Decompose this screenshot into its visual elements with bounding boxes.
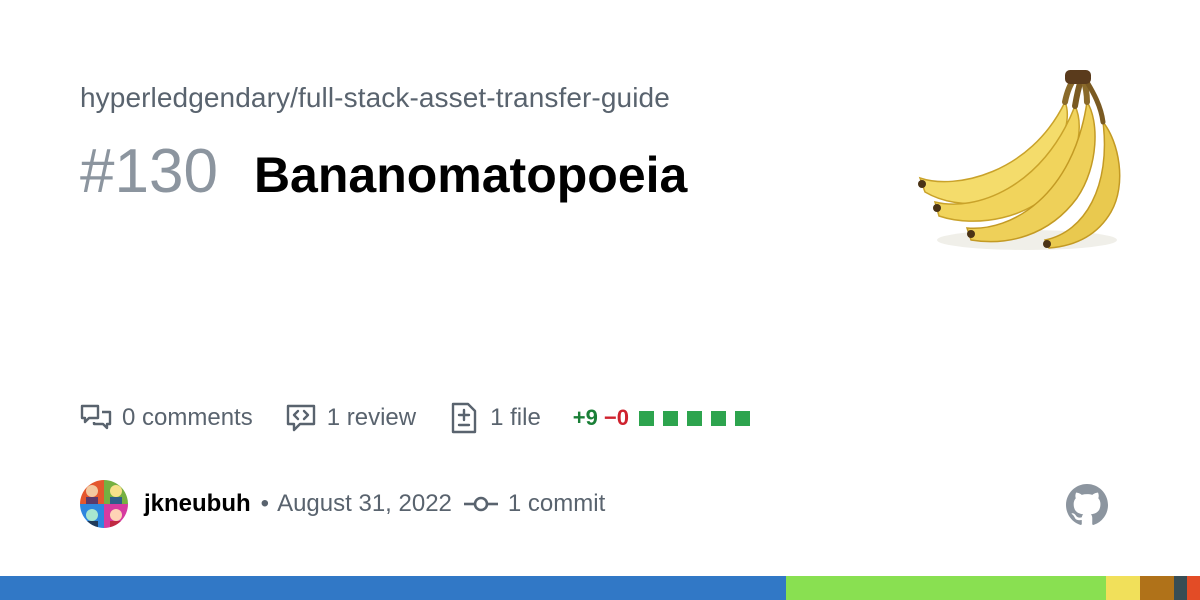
diff-square bbox=[710, 410, 726, 426]
diff-square bbox=[686, 410, 702, 426]
pr-title[interactable]: Bananomatopoeia bbox=[254, 146, 687, 204]
diffstat: +9 −0 bbox=[573, 405, 759, 431]
pr-header: #130 Bananomatopoeia bbox=[80, 136, 687, 207]
comment-discussion-icon bbox=[80, 404, 112, 430]
pr-number: #130 bbox=[80, 137, 218, 206]
banana-image bbox=[918, 70, 1121, 250]
language-segment bbox=[1186, 576, 1200, 600]
comments-stat[interactable]: 0 comments bbox=[80, 402, 253, 434]
author-name[interactable]: jkneubuh bbox=[144, 490, 251, 518]
avatar[interactable] bbox=[80, 480, 128, 528]
reviews-count: 1 review bbox=[326, 404, 417, 431]
git-commit-icon bbox=[463, 496, 498, 512]
deletions-count: −0 bbox=[603, 405, 629, 430]
language-segment bbox=[1139, 576, 1174, 600]
reviews-stat[interactable]: 1 review bbox=[285, 402, 416, 434]
comments-count: 0 comments bbox=[122, 404, 253, 431]
language-segment bbox=[786, 576, 1107, 600]
commits-count[interactable]: 1 commit bbox=[508, 490, 605, 518]
pr-meta: jkneubuh • August 31, 2022 1 commit bbox=[80, 480, 605, 528]
pr-date: August 31, 2022 bbox=[277, 490, 452, 517]
diff-square bbox=[734, 410, 750, 426]
diff-square bbox=[638, 410, 654, 426]
author-avatar-image bbox=[80, 480, 128, 528]
language-bar bbox=[0, 576, 1200, 600]
repo-name[interactable]: hyperledgendary/full-stack-asset-transfe… bbox=[80, 82, 670, 114]
language-segment bbox=[1106, 576, 1140, 600]
github-mark-icon[interactable] bbox=[1066, 484, 1108, 526]
diff-square bbox=[662, 410, 678, 426]
additions-count: +9 bbox=[572, 405, 598, 430]
language-segment bbox=[1173, 576, 1187, 600]
file-diff-icon bbox=[451, 402, 477, 434]
separator-dot: • bbox=[260, 490, 270, 517]
code-review-icon bbox=[286, 404, 315, 432]
files-stat[interactable]: 1 file bbox=[448, 402, 541, 434]
files-count: 1 file bbox=[490, 404, 541, 431]
language-segment bbox=[0, 576, 786, 600]
pr-stats: 0 comments 1 review 1 file +9 −0 bbox=[80, 398, 759, 438]
